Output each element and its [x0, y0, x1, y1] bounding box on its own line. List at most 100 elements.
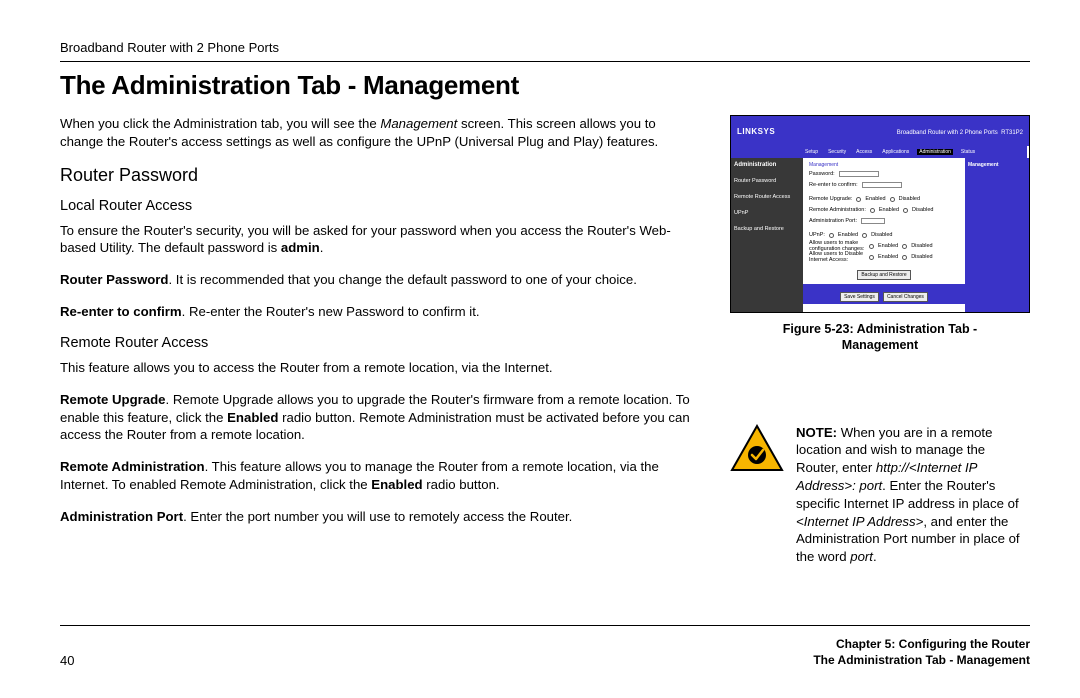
fig-input [861, 218, 885, 224]
remote-p4-rest: . Enter the port number you will use to … [183, 509, 572, 524]
fig-radio [903, 208, 908, 213]
fig-opt: Disabled [911, 243, 932, 249]
fig-tab: Access [854, 149, 874, 155]
note-bold: NOTE: [796, 425, 837, 440]
subheading-remote: Remote Router Access [60, 335, 702, 351]
fig-radio [829, 233, 834, 238]
remote-p2-bold: Remote Upgrade [60, 392, 166, 407]
footer-section: The Administration Tab - Management [813, 652, 1030, 668]
page-title: The Administration Tab - Management [60, 70, 1030, 101]
fig-side-item: Router Password [734, 178, 800, 184]
fig-side-title: Administration [734, 162, 800, 168]
intro-em: Management [380, 116, 457, 131]
local-p3-bold: Re-enter to confirm [60, 304, 182, 319]
fig-side-item: Backup and Restore [734, 226, 800, 232]
note-em2: <Internet IP Address> [796, 514, 923, 529]
figure-screenshot: LINKSYS Broadband Router with 2 Phone Po… [730, 115, 1030, 313]
fig-opt: Disabled [911, 254, 932, 260]
remote-p1: This feature allows you to access the Ro… [60, 359, 702, 377]
fig-tab: Status [959, 149, 977, 155]
local-p3-rest: . Re-enter the Router's new Password to … [182, 304, 480, 319]
linksys-logo: LINKSYS [737, 127, 775, 136]
figure-header: LINKSYS Broadband Router with 2 Phone Po… [731, 116, 1029, 146]
remote-p3-bold2: Enabled [371, 477, 422, 492]
fig-label: Administration Port: [809, 218, 857, 224]
note-warning-icon [730, 424, 784, 477]
remote-p2-bold2: Enabled [227, 410, 278, 425]
remote-p3-rest: radio button. [423, 477, 500, 492]
local-p2: Router Password. It is recommended that … [60, 271, 702, 289]
header-rule [60, 61, 1030, 62]
fig-opt: Enabled [878, 243, 898, 249]
fig-radio [870, 208, 875, 213]
page-number: 40 [60, 653, 74, 668]
remote-p3: Remote Administration. This feature allo… [60, 458, 702, 494]
intro-paragraph: When you click the Administration tab, y… [60, 115, 702, 151]
content-columns: When you click the Administration tab, y… [60, 115, 1030, 566]
footer-chapter: Chapter 5: Configuring the Router [813, 636, 1030, 652]
note-callout: NOTE: When you are in a remote location … [730, 424, 1030, 567]
remote-p2: Remote Upgrade. Remote Upgrade allows yo… [60, 391, 702, 444]
footer-rule [60, 625, 1030, 626]
figure-product-label: Broadband Router with 2 Phone Ports RT31… [897, 130, 1023, 136]
page-footer: 40 Chapter 5: Configuring the Router The… [60, 636, 1030, 668]
note-em3: port [850, 549, 873, 564]
fig-label: Password: [809, 171, 835, 177]
fig-input [862, 182, 902, 188]
intro-prefix: When you click the Administration tab, y… [60, 116, 380, 131]
fig-tab: Applications [880, 149, 911, 155]
figure-caption-l2: Management [842, 338, 918, 352]
remote-p4: Administration Port. Enter the port numb… [60, 508, 702, 526]
figure-caption: Figure 5-23: Administration Tab - Manage… [730, 321, 1030, 354]
local-p1-suffix: . [320, 240, 324, 255]
figure-body: Administration Router Password Remote Ro… [731, 158, 1029, 312]
note-text: NOTE: When you are in a remote location … [796, 424, 1030, 567]
fig-radio [902, 244, 907, 249]
note-t4: . [873, 549, 877, 564]
local-p2-rest: . It is recommended that you change the … [168, 272, 636, 287]
fig-opt: Enabled [865, 196, 885, 202]
fig-radio [869, 244, 874, 249]
figure-sidebar: Administration Router Password Remote Ro… [731, 158, 803, 312]
fig-label: Remote Upgrade: [809, 196, 852, 202]
fig-opt: Disabled [912, 207, 933, 213]
fig-radio [890, 197, 895, 202]
fig-tab: Security [826, 149, 848, 155]
fig-opt: Disabled [871, 232, 892, 238]
figure-tabs: Setup Security Access Applications Admin… [731, 146, 1027, 158]
fig-label: UPnP: [809, 232, 825, 238]
fig-tab: Setup [803, 149, 820, 155]
local-p1: To ensure the Router's security, you wil… [60, 222, 702, 258]
fig-radio [902, 255, 907, 260]
subheading-local: Local Router Access [60, 198, 702, 214]
manual-page: Broadband Router with 2 Phone Ports The … [0, 0, 1080, 698]
footer-right: Chapter 5: Configuring the Router The Ad… [813, 636, 1030, 668]
left-column: When you click the Administration tab, y… [60, 115, 702, 566]
local-p3: Re-enter to confirm. Re-enter the Router… [60, 303, 702, 321]
local-p1-prefix: To ensure the Router's security, you wil… [60, 223, 671, 256]
fig-radio [862, 233, 867, 238]
fig-subtab: Management [809, 162, 959, 168]
fig-opt: Disabled [899, 196, 920, 202]
fig-label: Remote Administration: [809, 207, 866, 213]
figure-caption-l1: Figure 5-23: Administration Tab - [783, 322, 977, 336]
figure-help-panel: Management [965, 158, 1029, 312]
fig-tab: Administration [917, 149, 953, 155]
remote-p4-bold: Administration Port [60, 509, 183, 524]
fig-backup-button: Backup and Restore [857, 270, 910, 280]
figure-main: Management Password: Re-enter to confirm… [803, 158, 965, 312]
fig-save-button: Save Settings [840, 292, 879, 302]
local-p1-bold: admin [281, 240, 320, 255]
fig-input [839, 171, 879, 177]
fig-opt: Enabled [879, 207, 899, 213]
fig-opt: Enabled [878, 254, 898, 260]
fig-radio [869, 255, 874, 260]
right-column: LINKSYS Broadband Router with 2 Phone Po… [730, 115, 1030, 566]
fig-label: Allow users to Disable Internet Access: [809, 251, 865, 263]
fig-radio [856, 197, 861, 202]
fig-side-item: Remote Router Access [734, 194, 800, 200]
section-router-password: Router Password [60, 165, 702, 186]
remote-p3-bold: Remote Administration [60, 459, 205, 474]
fig-opt: Enabled [838, 232, 858, 238]
fig-help-title: Management [968, 162, 1026, 168]
